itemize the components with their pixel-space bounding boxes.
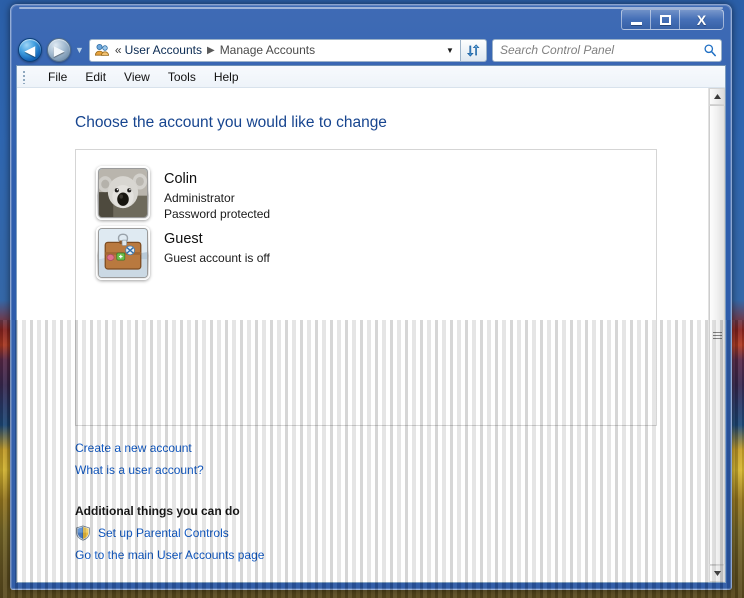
menu-help[interactable]: Help (205, 67, 248, 87)
page-title: Choose the account you would like to cha… (75, 114, 387, 131)
page-links: Create a new account What is a user acco… (75, 437, 708, 566)
additional-things-heading: Additional things you can do (75, 504, 240, 518)
scroll-down-button[interactable] (709, 565, 725, 582)
menu-tools[interactable]: Tools (159, 67, 205, 87)
breadcrumb-dropdown-icon[interactable]: ▼ (442, 46, 458, 55)
desktop-background: X ◀ ▶ ▼ « User Accounts ▶ Manage Account… (0, 0, 744, 598)
scrollbar-track[interactable] (709, 105, 725, 565)
scroll-up-button[interactable] (709, 88, 725, 105)
refresh-button[interactable] (461, 38, 487, 62)
main-content: Choose the account you would like to cha… (17, 88, 708, 582)
account-name: Guest (164, 231, 203, 248)
account-type: Administrator (164, 190, 235, 205)
breadcrumb-item-user-accounts[interactable]: User Accounts (122, 41, 205, 59)
link-row-parental-controls: Set up Parental Controls (75, 522, 708, 544)
menu-bar: File Edit View Tools Help (17, 66, 725, 88)
forward-arrow-icon: ▶ (54, 42, 64, 58)
link-what-is-a-user-account[interactable]: What is a user account? (75, 459, 204, 481)
user-accounts-icon (94, 44, 109, 56)
search-box[interactable] (492, 38, 722, 62)
title-bar: X (16, 5, 726, 35)
koala-photo-avatar (99, 169, 147, 217)
back-arrow-icon: ◀ (25, 42, 35, 58)
window-client-area: File Edit View Tools Help Choose the acc… (16, 65, 726, 583)
recent-pages-button[interactable]: ▼ (75, 45, 84, 55)
account-text: Guest Guest account is off (164, 226, 270, 266)
avatar (99, 229, 147, 278)
avatar-frame (96, 166, 150, 220)
account-name: Colin (164, 171, 198, 187)
suitcase-avatar (99, 229, 147, 278)
menu-file[interactable]: File (39, 67, 76, 87)
search-input[interactable] (500, 43, 703, 57)
breadcrumb-item-manage-accounts[interactable]: Manage Accounts (217, 41, 318, 59)
account-status: Guest account is off (164, 250, 270, 265)
breadcrumb[interactable]: « User Accounts ▶ Manage Accounts ▼ (88, 38, 461, 62)
link-set-up-parental-controls[interactable]: Set up Parental Controls (98, 522, 229, 544)
vertical-scrollbar[interactable] (708, 88, 725, 582)
content-wrapper: Choose the account you would like to cha… (17, 88, 725, 582)
minimize-button[interactable] (621, 9, 650, 30)
forward-button[interactable]: ▶ (47, 38, 71, 62)
search-icon[interactable] (703, 43, 717, 57)
uac-shield-icon (76, 525, 90, 541)
menu-view[interactable]: View (115, 67, 159, 87)
scrollbar-grip-icon (712, 331, 722, 339)
minimize-icon (630, 21, 642, 25)
refresh-icon (466, 43, 480, 57)
chevron-down-icon (713, 571, 721, 576)
back-button[interactable]: ◀ (18, 38, 42, 62)
breadcrumb-separator-icon: ▶ (206, 44, 215, 56)
chevron-up-icon (713, 94, 721, 99)
maximize-button[interactable] (650, 9, 679, 30)
avatar (99, 169, 147, 217)
avatar-frame (96, 226, 150, 281)
scrollbar-thumb[interactable] (709, 105, 725, 565)
breadcrumb-overflow-icon[interactable]: « (113, 43, 122, 57)
account-item-guest[interactable]: Guest Guest account is off (94, 224, 384, 282)
link-create-new-account[interactable]: Create a new account (75, 437, 192, 459)
account-text: Colin Administrator Password protected (164, 166, 270, 222)
window-controls: X (621, 9, 724, 30)
close-button[interactable]: X (679, 9, 724, 30)
account-password-status: Password protected (164, 206, 271, 221)
link-go-to-main-user-accounts-page[interactable]: Go to the main User Accounts page (75, 544, 264, 566)
account-item-colin[interactable]: Colin Administrator Password protected (94, 164, 384, 224)
address-bar-row: ◀ ▶ ▼ « User Accounts ▶ Manage Accounts … (16, 35, 726, 65)
menu-edit[interactable]: Edit (76, 67, 115, 87)
maximize-icon (659, 14, 671, 25)
control-panel-window: X ◀ ▶ ▼ « User Accounts ▶ Manage Account… (10, 4, 732, 590)
accounts-panel: Colin Administrator Password protected G… (75, 149, 657, 426)
close-icon: X (696, 11, 707, 28)
